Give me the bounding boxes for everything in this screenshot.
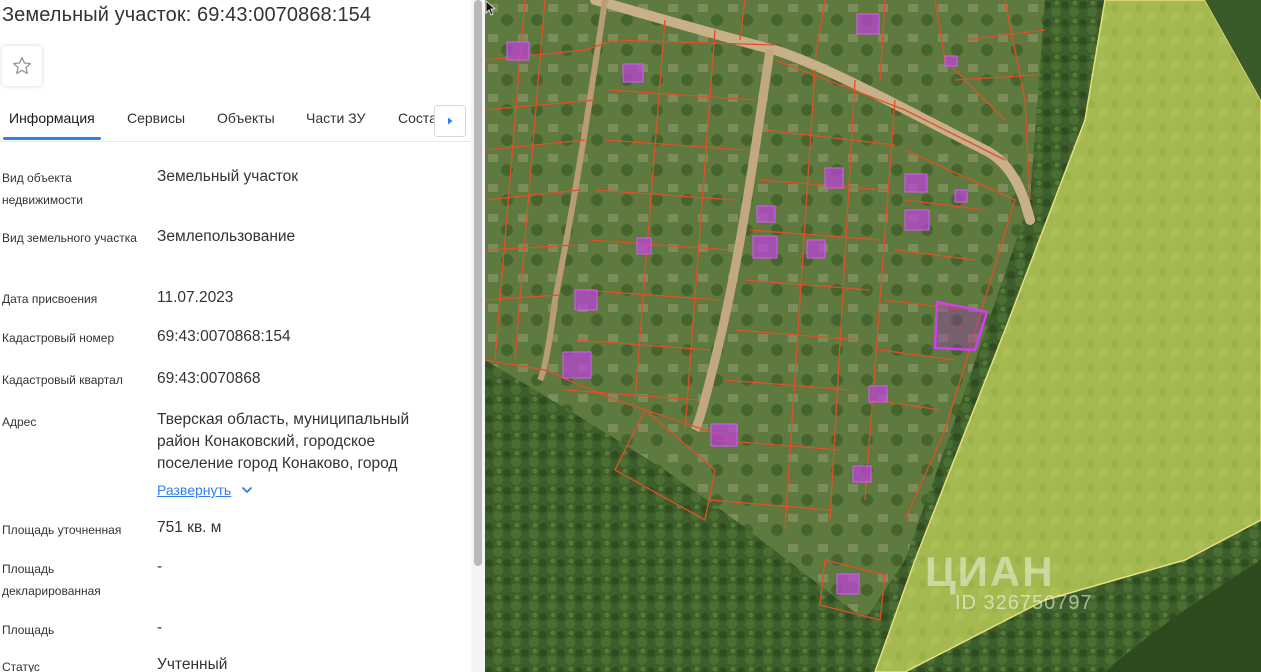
tab-information[interactable]: Информация <box>9 110 95 126</box>
expand-label: Развернуть <box>157 482 232 498</box>
tab-composition[interactable]: Соста <box>398 110 437 126</box>
value-address: Тверская область, муниципальный район Ко… <box>157 411 410 472</box>
label-area-refined: Площадь уточненная <box>2 523 122 537</box>
info-panel: Земельный участок: 69:43:0070868:154 Инф… <box>0 0 485 672</box>
tab-objects[interactable]: Объекты <box>217 110 275 126</box>
watermark-id: ID 326750797 <box>955 592 1093 614</box>
value-area: - <box>157 619 163 636</box>
page-title: Земельный участок: 69:43:0070868:154 <box>2 4 372 26</box>
label-assign-date: Дата присвоения <box>2 292 98 306</box>
value-parcel-type: Землепользование <box>157 228 296 245</box>
label-cadastral-quarter: Кадастровый квартал <box>2 373 123 387</box>
tab-parts[interactable]: Части ЗУ <box>306 110 365 126</box>
value-object-type: Земельный участок <box>157 168 299 185</box>
chevron-down-icon <box>242 486 253 494</box>
tab-bar: Информация Сервисы Объекты Части ЗУ Сост… <box>0 96 471 142</box>
label-object-type: Вид объекта недвижимости <box>2 171 83 207</box>
value-area-declared: - <box>157 558 163 575</box>
value-cadastral-quarter: 69:43:0070868 <box>157 370 261 387</box>
value-status: Учтенный <box>157 656 228 672</box>
tab-services[interactable]: Сервисы <box>127 110 185 126</box>
favorite-button[interactable] <box>2 46 42 86</box>
panel-scrollbar-thumb[interactable] <box>474 0 482 566</box>
label-address: Адрес <box>2 415 37 429</box>
tabs-scroll-right-button[interactable] <box>434 105 466 137</box>
star-icon <box>12 56 32 75</box>
label-cadastral-number: Кадастровый номер <box>2 331 115 345</box>
label-parcel-type: Вид земельного участка <box>2 231 137 245</box>
label-area: Площадь <box>2 623 55 637</box>
mouse-cursor-icon <box>485 0 495 16</box>
watermark-logo: ЦИАН <box>925 548 1055 595</box>
value-assign-date: 11.07.2023 <box>157 289 234 306</box>
value-cadastral-number: 69:43:0070868:154 <box>157 328 291 345</box>
caret-right-icon <box>448 117 453 125</box>
label-status: Статус <box>2 660 40 672</box>
active-tab-indicator <box>3 137 101 140</box>
value-area-refined: 751 кв. м <box>157 519 222 536</box>
satellite-layer <box>485 0 1261 672</box>
cadastral-map[interactable]: ЦИАН ID 326750797 <box>485 0 1261 672</box>
label-area-declared: Площадь декларированная <box>2 562 101 598</box>
expand-address-link[interactable]: Развернуть <box>157 482 253 498</box>
